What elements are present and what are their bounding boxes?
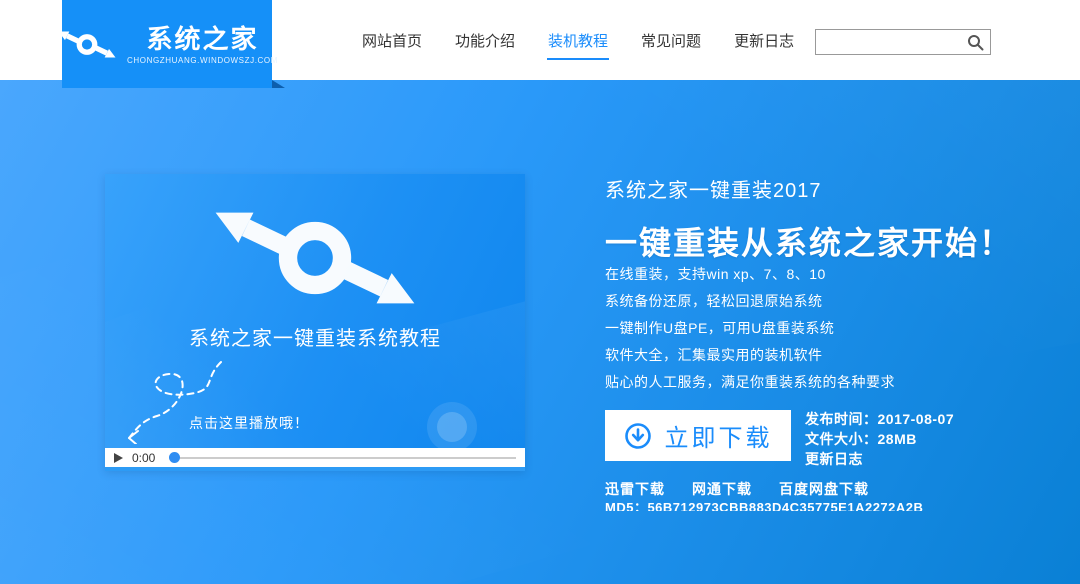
search-input[interactable] <box>816 30 960 54</box>
hero-content: 系统之家一键重装系统教程 点击这里播放哦！ 0:00 <box>0 80 1080 511</box>
video-controls: 0:00 <box>105 448 525 467</box>
download-meta: 发布时间：2017-08-07 文件大小：28MB 更新日志 <box>805 409 954 469</box>
progress-bar[interactable] <box>180 457 516 459</box>
scrubber-handle[interactable] <box>169 452 180 463</box>
hero-section: 系统之家一键重装系统教程 点击这里播放哦！ 0:00 <box>0 80 1080 584</box>
md5-checksum: MD5：56B712973CBB883D4C35775E1A2272A2B <box>605 500 923 511</box>
video-thumbnail[interactable]: 系统之家一键重装系统教程 点击这里播放哦！ <box>105 174 525 448</box>
page: 网站首页 功能介绍 装机教程 常见问题 更新日志 <box>0 0 1080 584</box>
changelog-link[interactable]: 更新日志 <box>805 449 954 469</box>
play-icon[interactable] <box>114 453 123 463</box>
main-nav: 网站首页 功能介绍 装机教程 常见问题 更新日志 <box>362 0 794 80</box>
mirror-link-netcom[interactable]: 网通下载 <box>692 479 752 499</box>
logo-fold-decoration <box>272 80 285 88</box>
video-player: 系统之家一键重装系统教程 点击这里播放哦！ 0:00 <box>105 174 525 471</box>
site-logo[interactable]: 系统之家 CHONGZHUANG.WINDOWSZJ.COM <box>62 0 272 88</box>
doodle-arrow-icon <box>121 358 239 448</box>
feature-item: 系统备份还原，轻松回退原始系统 <box>605 288 895 315</box>
file-size: 文件大小：28MB <box>805 429 954 449</box>
download-button-label: 立即下载 <box>665 418 773 453</box>
feature-list: 在线重装，支持win xp、7、8、10 系统备份还原，轻松回退原始系统 一键制… <box>605 261 895 396</box>
video-title: 系统之家一键重装系统教程 <box>105 322 525 351</box>
logo-texts: 系统之家 CHONGZHUANG.WINDOWSZJ.COM <box>127 24 278 65</box>
feature-item: 软件大全，汇集最实用的装机软件 <box>605 342 895 369</box>
feature-item: 在线重装，支持win xp、7、8、10 <box>605 261 895 288</box>
search-icon <box>967 34 984 51</box>
video-bottom-strip <box>105 467 525 471</box>
nav-item-home[interactable]: 网站首页 <box>362 30 422 51</box>
video-logo-arrows-icon <box>207 204 423 317</box>
nav-item-install-tutorial[interactable]: 装机教程 <box>548 30 608 51</box>
feature-item: 贴心的人工服务，满足你重装系统的各种要求 <box>605 369 895 396</box>
product-subtitle: 系统之家一键重装2017 <box>605 174 822 203</box>
feature-item: 一键制作U盘PE，可用U盘重装系统 <box>605 315 895 342</box>
download-button[interactable]: 立即下载 <box>605 410 791 461</box>
search-button[interactable] <box>960 30 990 54</box>
mirror-links: 迅雷下载 网通下载 百度网盘下载 <box>605 479 869 499</box>
release-date: 发布时间：2017-08-07 <box>805 409 954 429</box>
logo-subtitle: CHONGZHUANG.WINDOWSZJ.COM <box>127 56 278 65</box>
mirror-link-baidu-pan[interactable]: 百度网盘下载 <box>779 479 869 499</box>
nav-item-changelog[interactable]: 更新日志 <box>734 30 794 51</box>
logo-arrows-icon <box>56 29 118 60</box>
nav-item-faq[interactable]: 常见问题 <box>641 30 701 51</box>
ripple-decoration <box>427 402 477 448</box>
video-time: 0:00 <box>132 451 155 465</box>
download-icon <box>624 422 652 450</box>
search-box <box>815 29 991 55</box>
page-headline: 一键重装从系统之家开始！ <box>605 218 1013 264</box>
video-play-hint[interactable]: 点击这里播放哦！ <box>189 413 309 433</box>
nav-item-features[interactable]: 功能介绍 <box>455 30 515 51</box>
mirror-link-thunder[interactable]: 迅雷下载 <box>605 479 665 499</box>
logo-title: 系统之家 <box>146 24 258 54</box>
ripple-inner-decoration <box>437 412 467 442</box>
